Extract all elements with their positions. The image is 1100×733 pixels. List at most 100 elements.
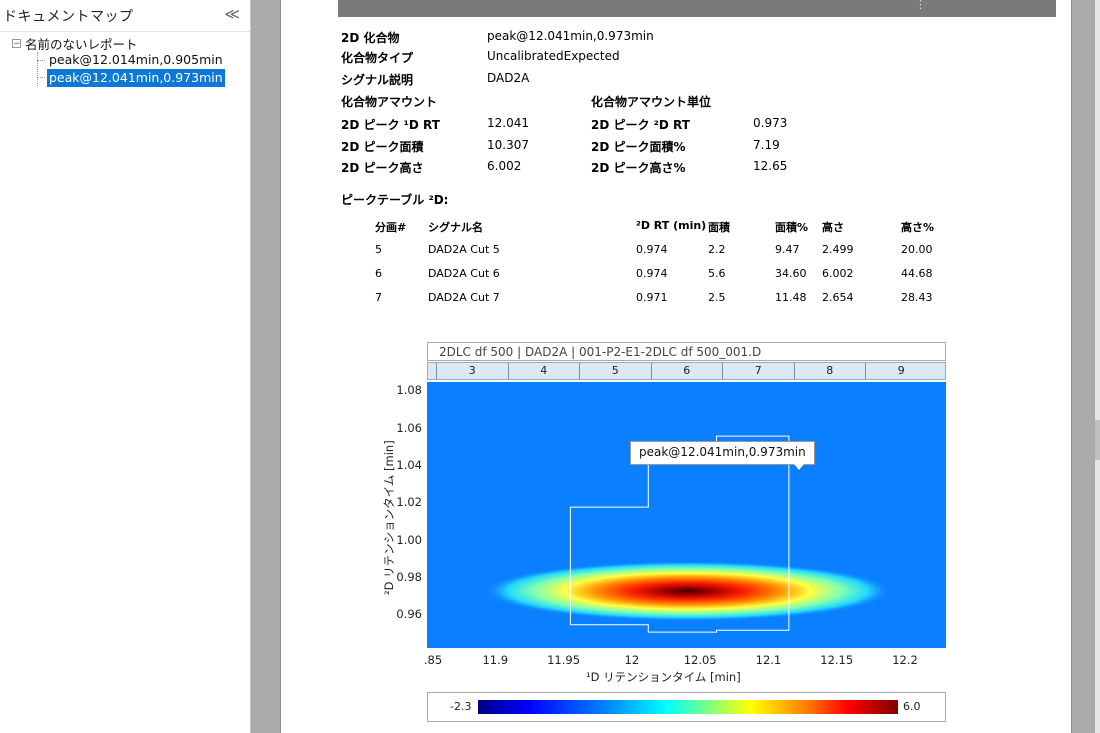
peak-table-header: 高さ%: [901, 221, 935, 234]
tree-line: [37, 60, 45, 61]
compound-value: peak@12.041min,0.973min: [487, 29, 654, 43]
table-cell: DAD2A Cut 7: [428, 291, 500, 304]
area-label: 2D ピーク面積: [341, 140, 424, 154]
table-cell: 2.499: [822, 243, 854, 256]
peak-tooltip: peak@12.041min,0.973min: [630, 441, 815, 470]
table-cell: 0.971: [636, 291, 668, 304]
y-tick-label: 1.08: [396, 383, 422, 398]
tree-line: [37, 77, 45, 78]
x-tick-label: 12.05: [683, 653, 717, 667]
tree-root[interactable]: − 名前のないレポート: [12, 34, 138, 52]
peak-glow: [482, 561, 893, 622]
colorbar-gradient: [478, 700, 898, 714]
heatmap-chart: 2DLC df 500 | DAD2A | 001-P2-E1-2DLC df …: [382, 340, 951, 733]
table-cell: 6: [375, 267, 382, 280]
report-viewer: ⋮ 2D 化合物 peak@12.041min,0.973min 化合物タイプ …: [258, 0, 1100, 733]
x-tick-label: 12: [624, 653, 640, 667]
table-cell: DAD2A Cut 6: [428, 267, 500, 280]
report-header-bar: ⋮: [338, 0, 1056, 17]
area-percent-value: 7.19: [753, 138, 780, 152]
amount-label: 化合物アマウント: [341, 95, 438, 109]
y-tick-label: 1.00: [396, 532, 422, 547]
amount-unit-label: 化合物アマウント単位: [591, 95, 712, 109]
tree-item-peak-2[interactable]: peak@12.041min,0.973min: [47, 69, 225, 87]
colorbar: -2.3 6.0: [427, 692, 946, 722]
report-page: ⋮ 2D 化合物 peak@12.041min,0.973min 化合物タイプ …: [280, 0, 1072, 733]
x-tick-label: 12.15: [820, 653, 854, 667]
table-cell: 2.654: [822, 291, 854, 304]
height-percent-value: 12.65: [753, 159, 788, 173]
y-axis-label: ²D リテンションタイム [min]: [382, 440, 396, 595]
scrollbar-thumb[interactable]: [1095, 420, 1100, 460]
document-map-title: ドキュメントマップ: [3, 9, 134, 25]
type-value: UncalibratedExpected: [487, 49, 620, 63]
tree-collapse-icon[interactable]: −: [12, 38, 21, 48]
compound-label: 2D 化合物: [341, 31, 400, 45]
x-tick-label: 12.1: [755, 653, 782, 667]
tree-item-peak-1[interactable]: peak@12.014min,0.905min: [47, 51, 225, 69]
tree-line: [37, 52, 38, 86]
rt1-value: 12.041: [487, 116, 529, 130]
plot-area[interactable]: peak@12.041min,0.973min: [427, 382, 946, 648]
peak-table-header: 高さ: [822, 221, 844, 234]
area-value: 10.307: [487, 138, 529, 152]
y-tick-label: 1.04: [396, 458, 422, 472]
cut-label-5[interactable]: 5: [579, 363, 651, 379]
cut-label-6[interactable]: 6: [650, 363, 723, 379]
y-tick-label: 1.06: [396, 420, 422, 435]
table-cell: 0.974: [636, 267, 668, 280]
table-cell: 7: [375, 291, 382, 304]
peak-table-header: シグナル名: [428, 221, 483, 234]
signal-value: DAD2A: [487, 71, 530, 85]
y-tick-label: 1.02: [396, 495, 422, 510]
height-label: 2D ピーク高さ: [341, 161, 424, 175]
document-map-header: ドキュメントマップ ≪: [0, 0, 250, 32]
rt2-label: 2D ピーク ²D RT: [591, 118, 690, 132]
cut-label-4[interactable]: 4: [507, 363, 580, 379]
table-cell: 28.43: [901, 291, 933, 304]
height-percent-label: 2D ピーク高さ%: [591, 161, 686, 175]
table-cell: 34.60: [775, 267, 807, 280]
cut-label-9[interactable]: 9: [865, 363, 937, 379]
x-tick-label: 12.2: [892, 653, 918, 667]
y-tick-label: 0.96: [396, 607, 422, 622]
table-cell: 5: [375, 243, 382, 256]
y-tick-label: 0.98: [396, 570, 422, 584]
height-value: 6.002: [487, 159, 522, 173]
table-cell: 20.00: [901, 243, 933, 256]
table-cell: 9.47: [775, 243, 800, 256]
cut-label-8[interactable]: 8: [793, 363, 866, 379]
table-cell: 44.68: [901, 267, 933, 280]
table-cell: 6.002: [822, 267, 854, 280]
colorbar-min: -2.3: [450, 700, 472, 713]
heatmap-svg: [427, 382, 946, 648]
table-cell: DAD2A Cut 5: [428, 243, 500, 256]
peak-table-title: ピークテーブル ²D:: [341, 193, 449, 207]
vertical-scrollbar[interactable]: [1095, 0, 1100, 733]
cut-bar: 3456789: [427, 362, 946, 380]
table-cell: 0.974: [636, 243, 668, 256]
tree-root-label: 名前のないレポート: [25, 36, 138, 52]
table-cell: 2.2: [708, 243, 726, 256]
table-cell: 5.6: [708, 267, 726, 280]
peak-table-header: ²D RT (min): [636, 219, 707, 232]
table-cell: 11.48: [775, 291, 807, 304]
type-label: 化合物タイプ: [341, 51, 414, 65]
document-map-panel: ドキュメントマップ ≪ − 名前のないレポート peak@12.014min,0…: [0, 0, 251, 733]
cut-label-3[interactable]: 3: [436, 363, 508, 379]
header-dots: ⋮: [915, 0, 926, 11]
peak-table-header: 分画#: [375, 221, 407, 234]
x-tick-label: 11.9: [482, 653, 509, 667]
peak-table-header: 面積%: [775, 221, 809, 234]
cut-label-7[interactable]: 7: [722, 363, 794, 379]
collapse-panel-icon[interactable]: ≪: [224, 5, 240, 23]
signal-label: シグナル説明: [341, 73, 414, 87]
area-percent-label: 2D ピーク面積%: [591, 140, 686, 154]
rt2-value: 0.973: [753, 116, 788, 130]
x-axis-label: ¹D リテンションタイム [min]: [586, 670, 741, 684]
peak-table-header: 面積: [708, 221, 730, 234]
x-tick-label: .85: [423, 653, 443, 667]
chart-title: 2DLC df 500 | DAD2A | 001-P2-E1-2DLC df …: [427, 342, 946, 361]
colorbar-max: 6.0: [903, 700, 921, 713]
rt1-label: 2D ピーク ¹D RT: [341, 118, 440, 132]
